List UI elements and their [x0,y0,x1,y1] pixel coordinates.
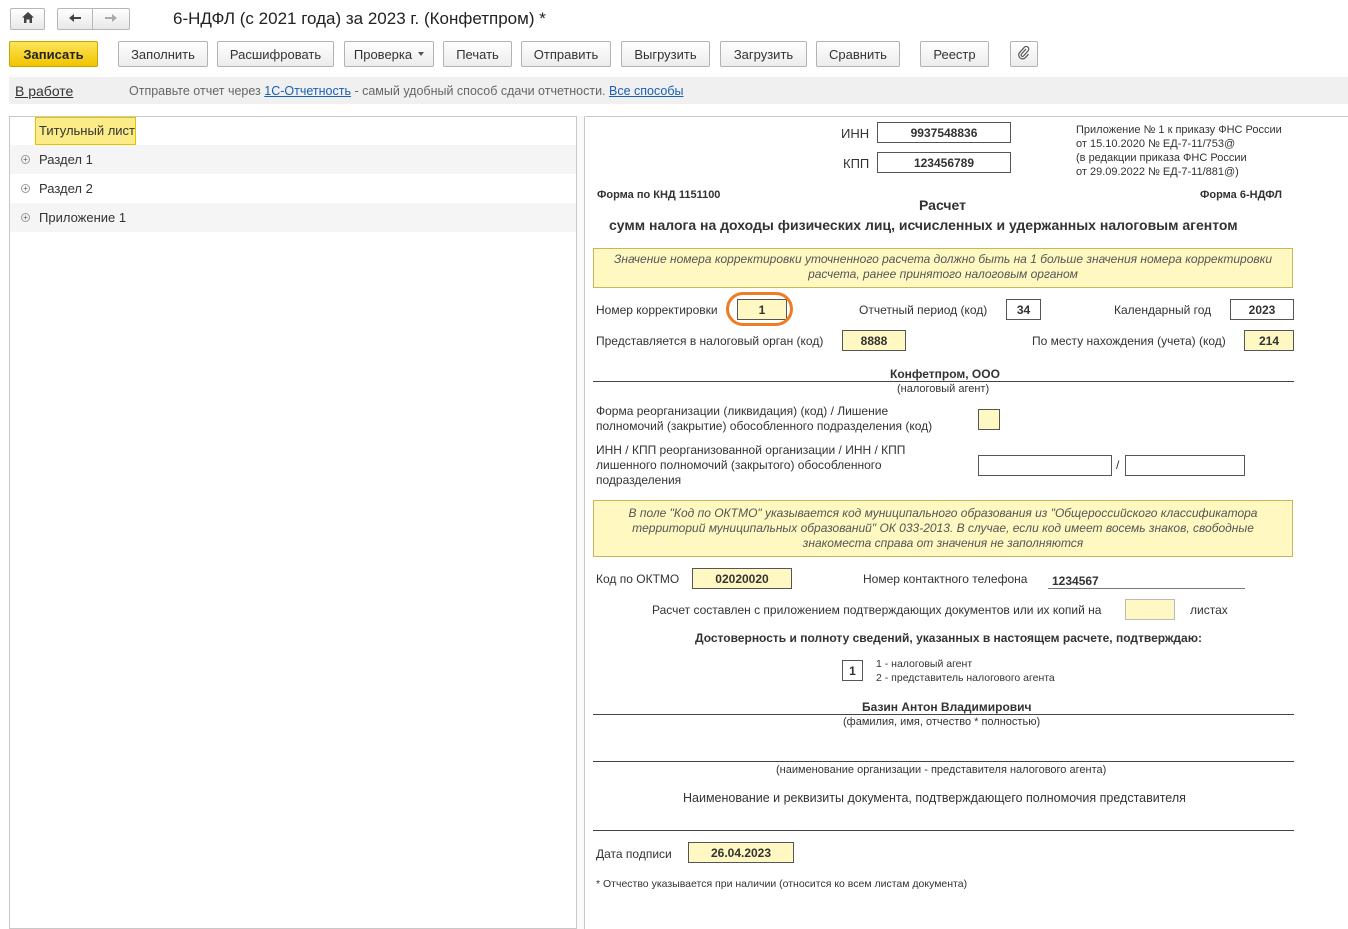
kpp-field[interactable]: 123456789 [877,152,1011,173]
pages-field[interactable] [1125,599,1175,620]
form-name: Форма 6-НДФЛ [1200,189,1282,201]
check-button-label: Проверка [353,46,413,62]
inn-label: ИНН [841,126,870,141]
tax-org-field[interactable]: 8888 [842,330,906,351]
order-ref-3: (в редакции приказа ФНС России [1076,152,1247,164]
highlight-ring [726,292,793,326]
agent-caption: (налоговый агент) [897,383,990,395]
back-button[interactable] [57,8,93,30]
tree-item-title-page[interactable]: Титульный лист [39,123,135,138]
forward-button[interactable] [92,8,130,30]
fill-button[interactable]: Заполнить [118,41,208,67]
window-title: 6-НДФЛ (с 2021 года) за 2023 г. (Конфетп… [173,9,546,28]
decode-button[interactable]: Расшифровать [217,41,334,67]
signer-option-1: 1 - налоговый агент [876,658,973,670]
info-text-before: Отправьте отчет через [129,84,261,98]
signer-underline [593,714,1294,715]
correction-note: Значение номера корректировки уточненног… [593,248,1293,288]
sections-tree [9,116,576,929]
correction-label: Номер корректировки [596,303,718,317]
kpp-label: КПП [843,156,870,171]
reorg-label: Форма реорганизации (ликвидация) (код) /… [596,404,933,433]
representative-underline [593,761,1294,762]
tree-row-section1[interactable] [10,145,576,174]
year-label: Календарный год [1114,303,1212,317]
form-subtitle: сумм налога на доходы физических лиц, ис… [609,217,1238,233]
document-label: Наименование и реквизиты документа, подт… [683,791,1186,805]
representative-caption: (наименование организации - представител… [776,764,1107,776]
sign-date-label: Дата подписи [596,847,672,861]
tax-org-label: Представляется в налоговый орган (код) [596,334,824,348]
chevron-down-icon [418,52,425,56]
form-title: Расчет [919,197,966,213]
1c-reporting-link[interactable]: 1С-Отчетность [264,84,351,98]
pages-label: Расчет составлен с приложением подтвержд… [652,603,1102,617]
expand-icon[interactable]: + [21,155,30,164]
oktmo-field[interactable]: 02020020 [692,568,792,589]
home-button[interactable] [10,8,45,30]
phone-underline [1048,588,1245,589]
all-ways-link[interactable]: Все способы [609,84,683,98]
location-label: По месту нахождения (учета) (код) [1032,334,1226,348]
knd-label: Форма по КНД 1151100 [597,189,721,201]
export-button[interactable]: Выгрузить [621,41,710,67]
expand-icon[interactable]: + [21,213,30,222]
signer-name[interactable]: Базин Антон Владимирович [862,700,1032,714]
arrow-right-icon [104,12,118,26]
attach-button[interactable] [1010,41,1038,67]
signer-code-field[interactable]: 1 [842,660,863,681]
reorg-kpp-field[interactable] [1125,455,1245,476]
save-button[interactable]: Записать [9,41,98,67]
order-ref-1: Приложение № 1 к приказу ФНС России [1076,124,1282,136]
compare-button[interactable]: Сравнить [816,41,900,67]
footnote: * Отчество указывается при наличии (отно… [596,878,968,890]
oktmo-note: В поле "Код по ОКТМО" указывается код му… [593,500,1293,557]
phone-field[interactable]: 1234567 [1052,574,1099,588]
signer-caption: (фамилия, имя, отчество * полностью) [843,716,1041,728]
info-text-after: - самый удобный способ сдачи отчетности. [354,84,606,98]
period-field[interactable]: 34 [1006,299,1041,320]
paperclip-icon [1018,45,1030,63]
registry-button[interactable]: Реестр [920,41,989,67]
order-ref-4: от 29.09.2022 № ЕД-7-11/881@) [1076,166,1239,178]
send-button[interactable]: Отправить [521,41,611,67]
confirm-heading: Достоверность и полноту сведений, указан… [695,631,1202,645]
check-button[interactable]: Проверка [344,41,434,67]
reorg-inn-field[interactable] [978,455,1112,476]
oktmo-label: Код по ОКТМО [596,572,680,586]
print-button[interactable]: Печать [443,41,512,67]
phone-label: Номер контактного телефона [863,572,1028,586]
tree-row-section2[interactable] [10,174,576,203]
slash-separator: / [1116,458,1120,472]
order-ref-2: от 15.10.2020 № ЕД-7-11/753@ [1076,138,1236,150]
info-text: Отправьте отчет через 1С-Отчетность - са… [129,84,684,98]
inn-field[interactable]: 9937548836 [877,122,1011,143]
sign-date-field[interactable]: 26.04.2023 [688,842,794,863]
reorg-inn-label: ИНН / КПП реорганизованной организации /… [596,443,906,487]
home-icon [21,11,35,27]
period-label: Отчетный период (код) [859,303,988,317]
arrow-left-icon [68,12,82,26]
expand-icon[interactable]: + [21,184,30,193]
import-button[interactable]: Загрузить [720,41,807,67]
year-field[interactable]: 2023 [1230,299,1294,320]
tree-item-section1[interactable]: Раздел 1 [39,152,93,167]
reorg-field[interactable] [978,409,1000,430]
document-underline [593,830,1294,831]
tree-item-section2[interactable]: Раздел 2 [39,181,93,196]
tree-item-appendix1[interactable]: Приложение 1 [39,210,126,225]
panel-splitter[interactable] [576,116,585,929]
pages-suffix: листах [1190,603,1228,617]
agent-name[interactable]: Конфетпром, ООО [890,367,1000,381]
status-link[interactable]: В работе [15,83,73,99]
signer-option-2: 2 - представитель налогового агента [876,672,1055,684]
location-field[interactable]: 214 [1244,330,1294,351]
agent-underline [593,381,1294,382]
